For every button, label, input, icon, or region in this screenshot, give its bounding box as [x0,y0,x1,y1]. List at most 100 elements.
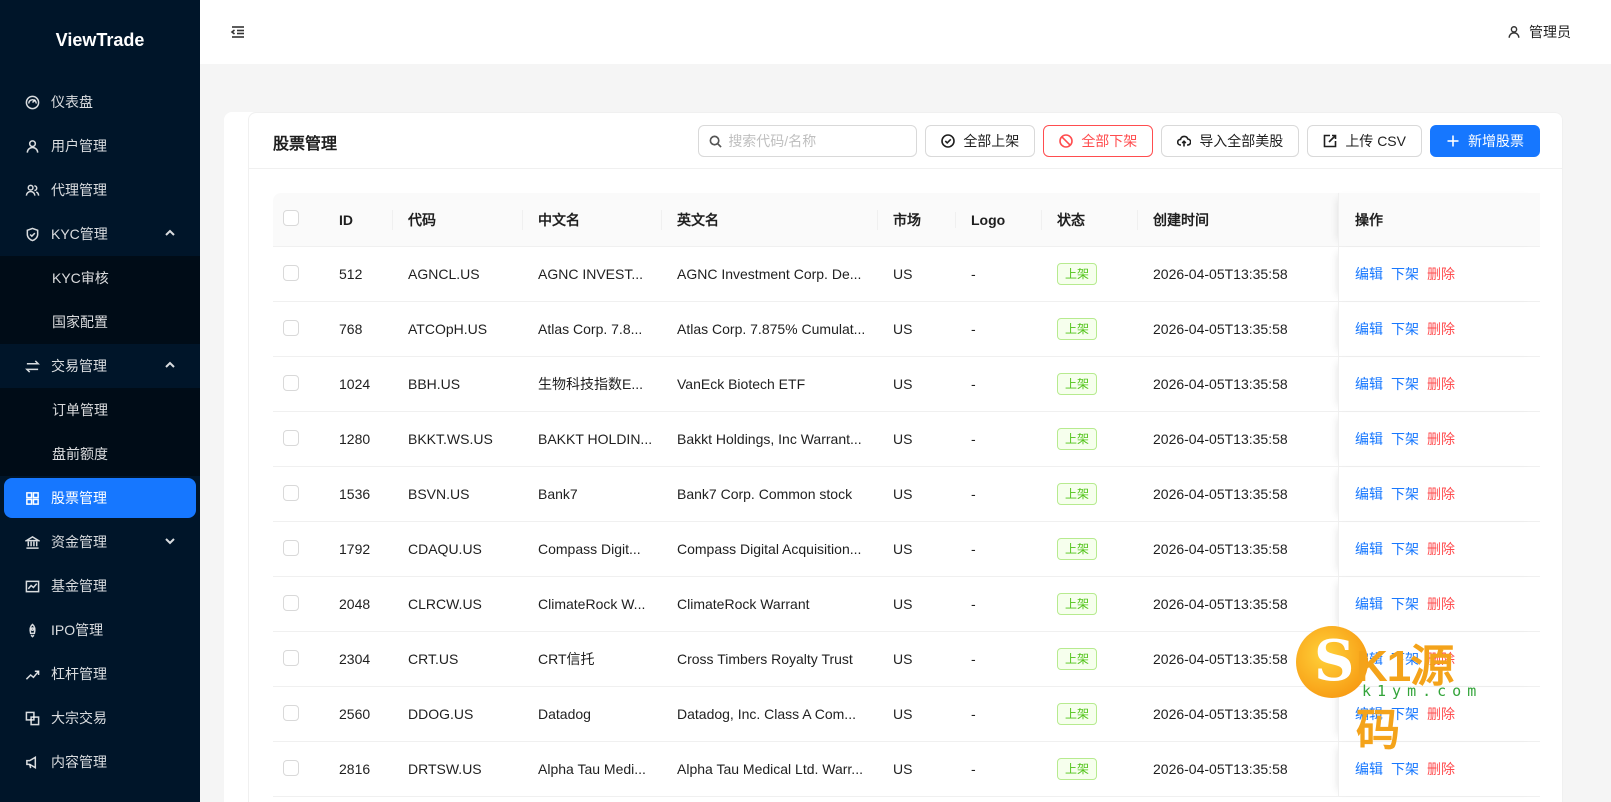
table-row[interactable]: 1280 BKKT.WS.US BAKKT HOLDIN... Bakkt Holdi… [273,412,1540,467]
search-box[interactable] [698,125,918,157]
edit-link[interactable]: 编辑 [1355,374,1383,394]
delist-link[interactable]: 下架 [1391,539,1419,559]
row-checkbox[interactable] [283,594,299,611]
cell-market: US [893,761,913,777]
sidebar-item-trading[interactable]: 交易管理 [0,344,200,388]
delist-link[interactable]: 下架 [1391,759,1419,779]
delist-link[interactable]: 下架 [1391,429,1419,449]
delete-link[interactable]: 删除 [1427,319,1455,339]
row-checkbox[interactable] [283,539,299,556]
sidebar-item-agents[interactable]: 代理管理 [0,168,200,212]
cell-status: 上架 [1041,373,1137,395]
cell-status: 上架 [1041,318,1137,340]
status-badge: 上架 [1057,263,1098,285]
sidebar-item-label: KYC审核 [52,270,109,286]
cell-status: 上架 [1041,593,1137,615]
table-row[interactable]: 2048 CLRCW.US ClimateRock W... ClimateRock … [273,577,1540,632]
edit-link[interactable]: 编辑 [1355,484,1383,504]
list-all-button[interactable]: 全部上架 [925,125,1036,157]
edit-link[interactable]: 编辑 [1355,759,1383,779]
table-row[interactable]: 2816 DRTSW.US Alpha Tau Medi... Alpha Tau M… [273,742,1540,797]
delist-link[interactable]: 下架 [1391,594,1419,614]
add-stock-button[interactable]: 新增股票 [1430,125,1540,157]
table-header: ID 代码 中文名 英文名 市场 Logo 状态 创建时间 操作 [273,193,1540,247]
sidebar-item-label: 盘前额度 [52,446,108,462]
edit-link[interactable]: 编辑 [1355,594,1383,614]
import-all-us-button[interactable]: 导入全部美股 [1161,125,1300,157]
edit-link[interactable]: 编辑 [1355,539,1383,559]
row-select-cell [273,649,323,669]
sidebar-item-orders[interactable]: 订单管理 [0,388,200,432]
page-title: 股票管理 [273,136,338,153]
sidebar-item-premarket-quota[interactable]: 盘前额度 [0,432,200,476]
sidebar-item-dashboard[interactable]: 仪表盘 [0,80,200,124]
sidebar-item-label: 杠杆管理 [51,666,107,682]
edit-link[interactable]: 编辑 [1355,264,1383,284]
table-row[interactable]: 1792 CDAQU.US Compass Digit... Compass Digi… [273,522,1540,577]
sidebar-item-kyc-review[interactable]: KYC审核 [0,256,200,300]
row-select-cell [273,484,323,504]
sidebar-item-users[interactable]: 用户管理 [0,124,200,168]
delete-link[interactable]: 删除 [1427,429,1455,449]
select-all-checkbox[interactable] [283,210,299,226]
delete-link[interactable]: 删除 [1427,264,1455,284]
table-row[interactable]: 512 AGNCL.US AGNC INVEST... AGNC Investment… [273,247,1540,302]
delist-link[interactable]: 下架 [1391,374,1419,394]
delist-link[interactable]: 下架 [1391,319,1419,339]
sidebar-item-ipo[interactable]: IPO管理 [0,608,200,652]
cell-id: 2048 [339,596,371,612]
cell-id: 768 [339,321,363,337]
delist-link[interactable]: 下架 [1391,264,1419,284]
row-checkbox[interactable] [283,704,299,721]
delete-link[interactable]: 删除 [1427,374,1455,394]
row-checkbox[interactable] [283,319,299,336]
table-row[interactable]: 1024 BBH.US 生物科技指数E... VanEck Biotech ETF US… [273,357,1540,412]
sidebar-item-label: 国家配置 [52,314,108,330]
sidebar-item-fund[interactable]: 基金管理 [0,564,200,608]
row-checkbox[interactable] [283,759,299,776]
delist-link[interactable]: 下架 [1391,484,1419,504]
cell-logo: - [971,706,976,722]
row-checkbox[interactable] [283,649,299,666]
delete-link[interactable]: 删除 [1427,759,1455,779]
cell-created: 2026-04-05T13:35:58 [1153,376,1288,392]
menu-fold-icon[interactable] [230,24,246,40]
cell-cn-name: Alpha Tau Medi... [538,761,646,777]
sidebar-item-content[interactable]: 内容管理 [0,740,200,784]
grid-icon [24,490,40,506]
delete-link[interactable]: 删除 [1427,594,1455,614]
cell-cn-name: 生物科技指数E... [538,376,644,392]
user-menu[interactable]: 管理员 [1507,22,1571,42]
table-row[interactable]: 1536 BSVN.US Bank7 Bank7 Corp. Common stock… [273,467,1540,522]
cell-status: 上架 [1041,703,1137,725]
delete-link[interactable]: 删除 [1427,484,1455,504]
edit-link[interactable]: 编辑 [1355,429,1383,449]
sidebar-item-stocks[interactable]: 股票管理 [4,478,196,518]
row-checkbox[interactable] [283,264,299,281]
row-checkbox[interactable] [283,374,299,391]
row-checkbox[interactable] [283,429,299,446]
col-header-code: 代码 [392,209,522,230]
cell-cn-name: Atlas Corp. 7.8... [538,321,643,337]
cell-en-name: VanEck Biotech ETF [677,376,806,392]
sidebar-item-leverage[interactable]: 杠杆管理 [0,652,200,696]
delist-all-button[interactable]: 全部下架 [1043,125,1154,157]
sidebar-item-label: 股票管理 [51,490,107,506]
cell-en-name: Atlas Corp. 7.875% Cumulat... [677,321,866,337]
cell-status: 上架 [1041,648,1137,670]
cell-id: 512 [339,266,363,282]
cell-market: US [893,431,913,447]
table-row[interactable]: 768 ATCOpH.US Atlas Corp. 7.8... Atlas Corp… [273,302,1540,357]
edit-link[interactable]: 编辑 [1355,319,1383,339]
status-badge: 上架 [1057,318,1098,340]
delete-link[interactable]: 删除 [1427,539,1455,559]
search-input[interactable] [728,133,909,149]
sidebar-item-country-config[interactable]: 国家配置 [0,300,200,344]
sidebar-item-funds-management[interactable]: 资金管理 [0,520,200,564]
rocket-icon [24,622,40,638]
sidebar-item-kyc[interactable]: KYC管理 [0,212,200,256]
cell-cn-name: CRT信托 [538,651,595,667]
row-checkbox[interactable] [283,484,299,501]
sidebar-item-block-trade[interactable]: 大宗交易 [0,696,200,740]
upload-csv-button[interactable]: 上传 CSV [1307,125,1422,157]
